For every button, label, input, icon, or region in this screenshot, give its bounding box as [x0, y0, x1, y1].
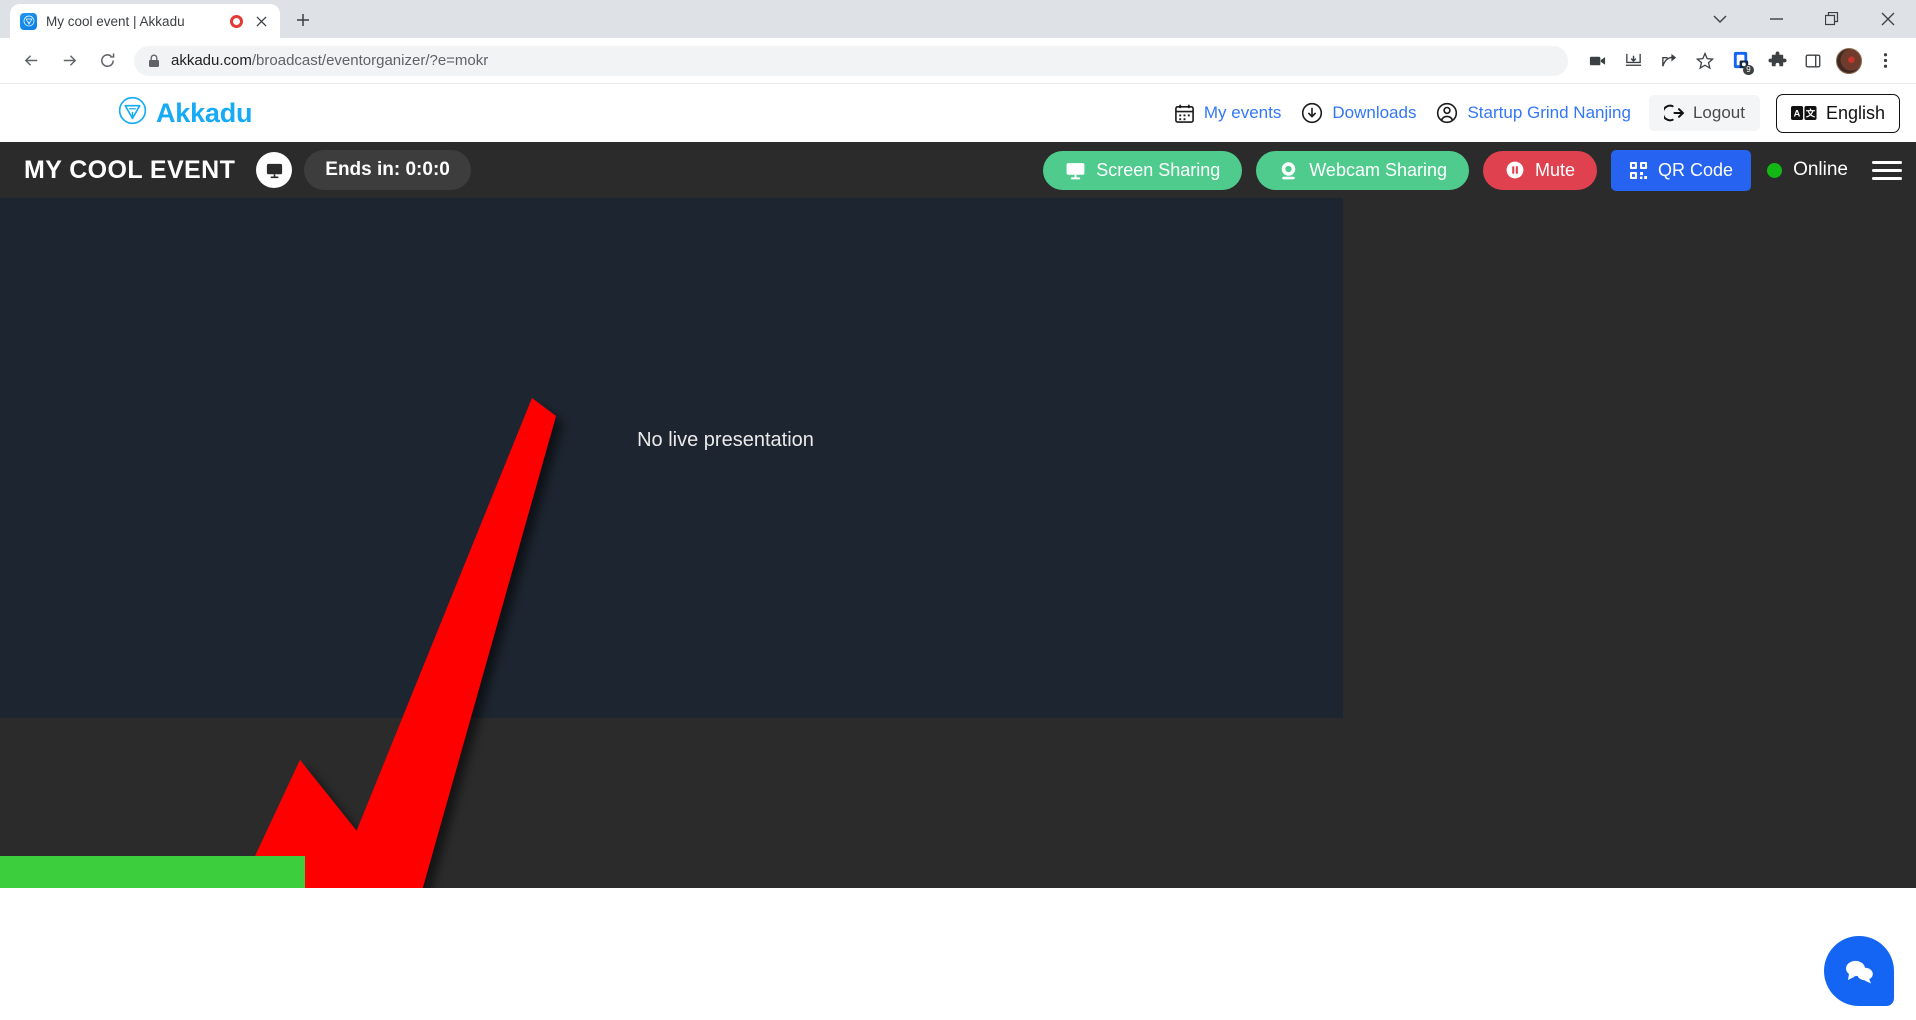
translate-icon: A 文	[1790, 105, 1817, 121]
akkadu-favicon	[20, 12, 37, 30]
calendar-icon	[1174, 103, 1195, 124]
page-bottom	[0, 888, 1916, 920]
close-icon[interactable]	[252, 12, 270, 30]
svg-text:A: A	[1794, 109, 1801, 119]
screen-sharing-label: Screen Sharing	[1096, 159, 1221, 180]
screen-sharing-button[interactable]: Screen Sharing	[1043, 150, 1243, 190]
nav-my-events-label: My events	[1203, 103, 1282, 122]
download-circle-icon	[1301, 102, 1323, 124]
window-controls	[1692, 0, 1916, 38]
presentation-pane: No live presentation	[0, 198, 1343, 718]
user-circle-icon	[1436, 102, 1458, 124]
address-bar-url: akkadu.com/broadcast/eventorganizer/?e=m…	[171, 52, 489, 69]
brand-logo[interactable]: Akkadu	[118, 96, 253, 130]
pause-circle-icon	[1505, 160, 1525, 180]
akkadu-logo-icon	[118, 96, 147, 130]
brand-name: Akkadu	[156, 97, 253, 128]
language-selector[interactable]: A 文 English	[1775, 93, 1900, 133]
install-app-icon[interactable]	[1616, 44, 1650, 78]
event-title: MY COOL EVENT	[24, 155, 236, 184]
nav-account[interactable]: Startup Grind Nanjing	[1426, 102, 1640, 124]
nav-downloads-label: Downloads	[1332, 103, 1417, 122]
broadcast-stage: No live presentation	[0, 198, 1916, 888]
webcam-icon	[1278, 160, 1299, 181]
qr-code-label: QR Code	[1658, 159, 1734, 180]
mute-button[interactable]: Mute	[1483, 150, 1598, 190]
browser-toolbar: akkadu.com/broadcast/eventorganizer/?e=m…	[0, 38, 1916, 84]
online-status: Online	[1767, 159, 1848, 181]
maximize-icon[interactable]	[1804, 0, 1860, 38]
svg-text:文: 文	[1805, 108, 1816, 119]
countdown-badge: Ends in: 0:0:0	[304, 150, 471, 190]
qr-code-button[interactable]: QR Code	[1611, 149, 1752, 191]
nav-account-label: Startup Grind Nanjing	[1467, 103, 1631, 122]
address-bar[interactable]: akkadu.com/broadcast/eventorganizer/?e=m…	[134, 45, 1568, 76]
extensions-puzzle-icon[interactable]	[1760, 44, 1794, 78]
extension-badge: 9	[1743, 64, 1754, 75]
header-nav: My events Downloads Startup Grind Nanjin…	[1164, 93, 1900, 133]
mute-label: Mute	[1535, 159, 1576, 180]
browser-tab-strip: My cool event | Akkadu	[0, 0, 1916, 38]
video-camera-icon[interactable]	[1580, 44, 1614, 78]
nav-downloads[interactable]: Downloads	[1291, 102, 1426, 124]
qr-code-icon	[1629, 161, 1648, 180]
browser-tab[interactable]: My cool event | Akkadu	[10, 4, 280, 38]
nav-my-events[interactable]: My events	[1164, 103, 1291, 124]
logout-icon	[1663, 103, 1684, 123]
tab-search-icon[interactable]	[1692, 0, 1748, 38]
presentation-empty-message: No live presentation	[637, 429, 814, 451]
forward-arrow-icon[interactable]	[52, 44, 86, 78]
reload-icon[interactable]	[90, 44, 124, 78]
recording-dot-icon	[230, 14, 243, 28]
app-header: Akkadu My events Downloads Startup Grind…	[0, 84, 1916, 142]
hamburger-menu-icon[interactable]	[1872, 157, 1902, 184]
bookmark-star-icon[interactable]	[1688, 44, 1722, 78]
new-tab-button[interactable]	[288, 5, 318, 35]
language-label: English	[1825, 102, 1885, 123]
event-toolbar: MY COOL EVENT Ends in: 0:0:0 Screen Shar…	[0, 142, 1916, 198]
window-close-icon[interactable]	[1860, 0, 1916, 38]
browser-tab-title: My cool event | Akkadu	[46, 13, 185, 29]
profile-avatar[interactable]	[1832, 44, 1866, 78]
monitor-icon-button[interactable]	[256, 152, 293, 188]
status-dot-icon	[1767, 162, 1783, 178]
logout-button[interactable]: Logout	[1648, 95, 1760, 131]
progress-green-bar	[0, 856, 305, 888]
online-label: Online	[1793, 159, 1848, 180]
event-toolbar-actions: Screen Sharing Webcam Sharing Mute QR Co…	[1043, 149, 1902, 191]
chat-widget-button[interactable]	[1824, 936, 1894, 1006]
webcam-sharing-label: Webcam Sharing	[1309, 159, 1447, 180]
logout-label: Logout	[1692, 103, 1745, 122]
back-arrow-icon[interactable]	[14, 44, 48, 78]
lock-icon	[148, 54, 160, 68]
monitor-icon	[1065, 160, 1086, 181]
extension-pdf-icon[interactable]: 9	[1724, 44, 1758, 78]
side-panel-icon[interactable]	[1796, 44, 1830, 78]
share-icon[interactable]	[1652, 44, 1686, 78]
minimize-icon[interactable]	[1748, 0, 1804, 38]
webcam-sharing-button[interactable]: Webcam Sharing	[1256, 150, 1469, 190]
chrome-menu-icon[interactable]	[1868, 44, 1902, 78]
browser-action-icons: 9	[1580, 44, 1902, 78]
chat-bubbles-icon	[1842, 956, 1876, 986]
